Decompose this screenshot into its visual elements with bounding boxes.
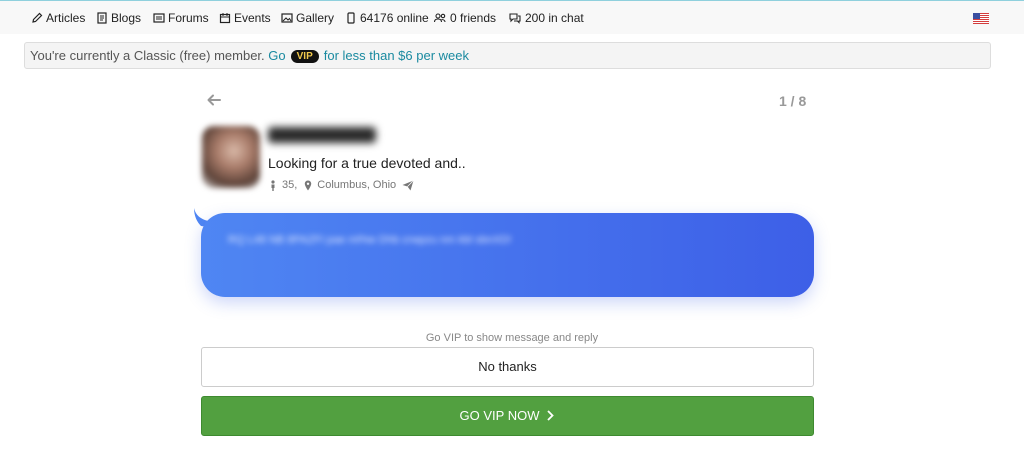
no-thanks-button[interactable]: No thanks (201, 347, 814, 387)
back-arrow-icon[interactable] (206, 92, 222, 108)
nav-forums[interactable]: Forums (153, 11, 209, 25)
go-vip-now-button[interactable]: GO VIP NOW (201, 396, 814, 436)
profile-location: Columbus, Ohio (317, 179, 397, 191)
location-pin-icon (305, 180, 312, 190)
nav-gallery[interactable]: Gallery (281, 11, 334, 25)
nav-articles-label: Articles (46, 11, 86, 25)
nav-chat-label: 200 in chat (525, 11, 584, 25)
friends-icon (433, 13, 446, 23)
message-bubble (201, 213, 814, 297)
vip-badge[interactable]: VIP (290, 50, 319, 63)
membership-banner: You're currently a Classic (free) member… (24, 42, 991, 69)
gallery-icon (281, 13, 293, 23)
vip-offer-link[interactable]: for less than $6 per week (324, 48, 469, 63)
nav-events[interactable]: Events (219, 11, 271, 25)
nav-blogs-label: Blogs (111, 11, 142, 25)
calendar-icon (219, 13, 231, 24)
chat-icon (509, 13, 521, 24)
go-vip-now-label: GO VIP NOW (459, 408, 540, 423)
blog-icon (97, 12, 107, 24)
chevron-right-icon (547, 410, 555, 421)
nav-friends-label: 0 friends (450, 11, 497, 25)
membership-text: You're currently a Classic (free) member… (30, 48, 265, 63)
nav-online[interactable]: 64176 online (345, 11, 429, 25)
profile-age: 35, (282, 179, 298, 191)
vip-hint-text: Go VIP to show message and reply (425, 332, 599, 344)
profile-headline: Looking for a true devoted and.. (268, 155, 466, 171)
send-message-icon[interactable] (402, 179, 414, 191)
person-icon (271, 179, 275, 191)
us-flag-icon[interactable] (973, 13, 989, 24)
go-vip-link[interactable]: Go (268, 48, 285, 63)
phone-icon (347, 12, 355, 24)
nav-articles[interactable]: Articles (31, 11, 85, 25)
blurred-username[interactable] (268, 127, 376, 143)
blurred-message-text: RQ L48 NB 8PAZFI pae ml%e Dhb crwpzu nm … (228, 234, 512, 246)
nav-events-label: Events (234, 11, 271, 25)
pencil-icon (32, 12, 43, 23)
nav-gallery-label: Gallery (296, 11, 335, 25)
nav-blogs[interactable]: Blogs (96, 11, 141, 25)
forums-icon (153, 13, 165, 23)
nav-forums-label: Forums (168, 11, 209, 25)
message-pager: 1 / 8 (779, 93, 807, 109)
top-navigation-bar: Articles Blogs Forums Events Gallery 641… (0, 0, 1024, 34)
nav-chat[interactable]: 200 in chat (508, 11, 584, 25)
nav-friends[interactable]: 0 friends (433, 11, 496, 25)
profile-meta: 35, Columbus, Ohio (268, 179, 418, 191)
nav-online-label: 64176 online (360, 11, 429, 25)
avatar[interactable] (202, 126, 260, 188)
